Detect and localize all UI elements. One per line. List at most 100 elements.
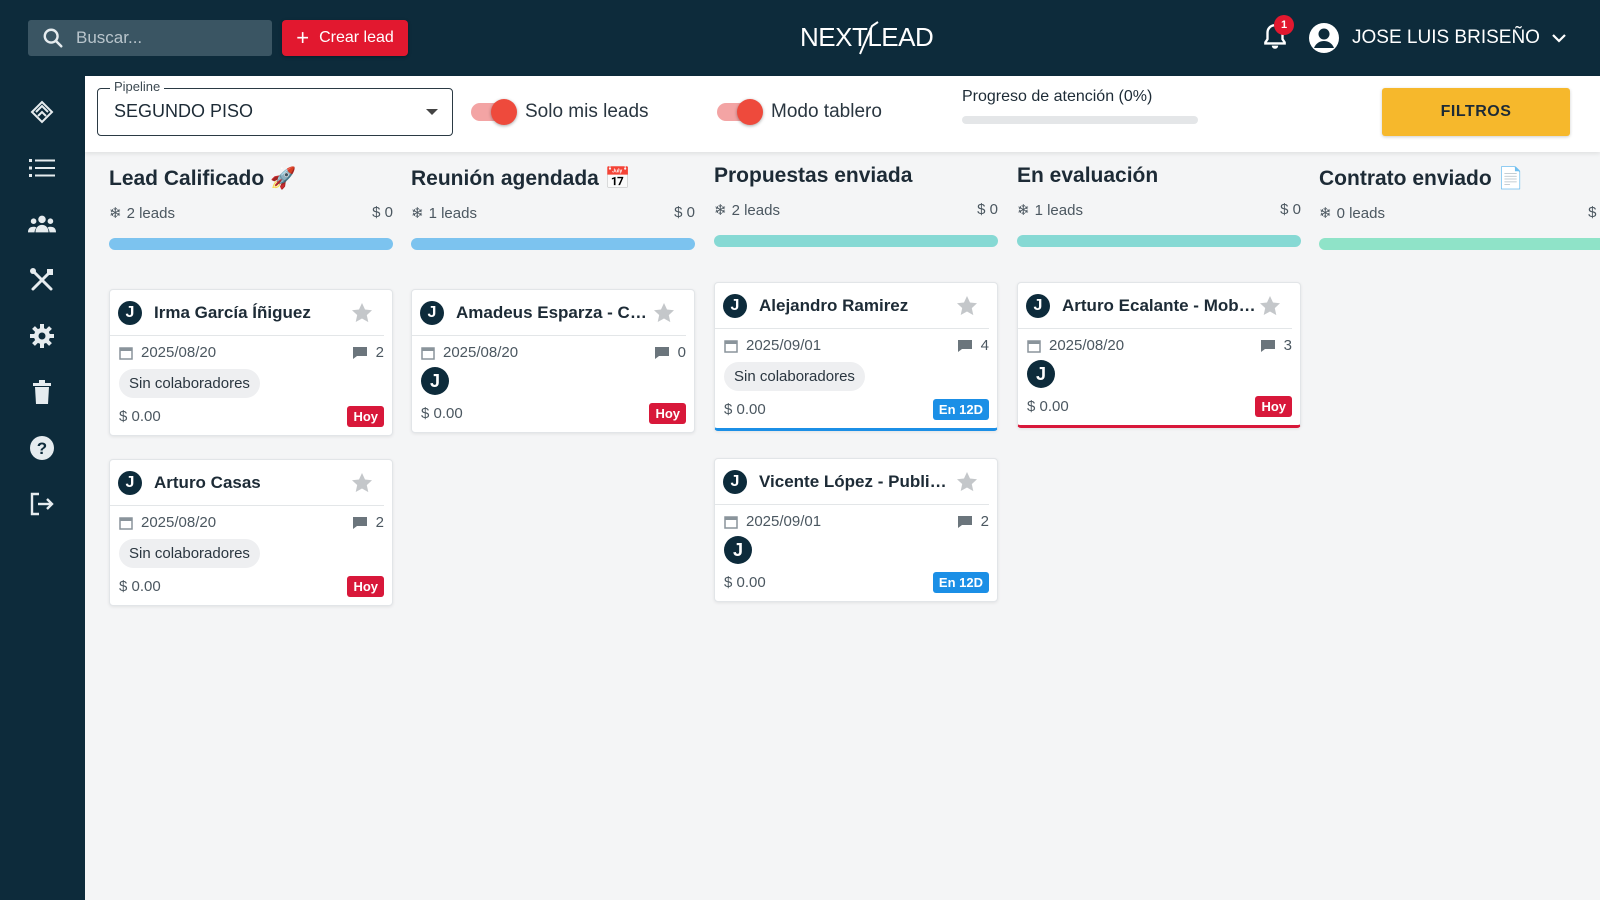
lead-name[interactable]: Alejandro Ramirez [759,296,955,316]
toggle-my-leads-label: Solo mis leads [525,101,649,122]
owner-avatar: J [1026,293,1050,318]
star-icon[interactable] [652,301,676,325]
lead-name[interactable]: Amadeus Esparza - Co... [456,303,652,323]
card-info-row: 2025/08/20 0 [421,344,686,361]
column-count-text: 0 leads [1336,204,1385,222]
user-menu[interactable]: JOSE LUIS BRISEÑO [1308,20,1566,56]
owner-avatar: J [118,470,142,495]
toggle-my-leads[interactable]: Solo mis leads [471,97,649,127]
card-amount: $ 0.00 [1027,398,1069,415]
sidebar-item-list[interactable] [28,154,56,182]
card-date-text: 2025/08/20 [141,514,217,531]
trash-icon [33,380,51,404]
column-title: Lead Calificado 🚀 [109,162,393,196]
card-info-row: 2025/08/20 2 [119,514,384,531]
filters-button[interactable]: FILTROS [1382,88,1570,136]
star-icon[interactable] [955,294,979,318]
card-amount: $ 0.00 [119,578,161,595]
card-date-text: 2025/08/20 [1049,337,1125,354]
star-icon[interactable] [350,471,374,495]
card-comments[interactable]: 0 [654,344,686,361]
star-icon[interactable] [1258,294,1282,318]
card-comments[interactable]: 2 [352,514,384,531]
lead-name[interactable]: Arturo Ecalante - Mobli... [1062,296,1258,316]
comment-count: 3 [1283,337,1292,354]
user-name: JOSE LUIS BRISEÑO [1352,27,1540,48]
column-meta: ❄ 2 leads $ 0 [714,201,998,219]
toggle-switch[interactable] [717,99,763,125]
star-icon[interactable] [955,470,979,494]
lead-card[interactable]: J Vicente López - Publici... 2025/09/01 … [714,458,998,602]
card-header: J Arturo Ecalante - Mobli... [1018,283,1292,329]
due-badge: Hoy [649,403,686,424]
progress-label: Progreso de atención (0%) [962,88,1153,105]
collaborators-chip: Sin colaboradores [724,362,865,391]
column-meta: ❄0 leads $ 0 [1319,204,1600,222]
column-amount: $ 0 [1280,201,1301,218]
card-comments[interactable]: 2 [352,344,384,361]
comment-count: 0 [677,344,686,361]
nextlead-logo[interactable]: NEXTLEAD [800,16,950,58]
snowflake-icon: ❄ [1319,205,1332,222]
calendar-icon [421,346,435,360]
create-lead-label: Crear lead [319,29,394,46]
card-info-row: 2025/08/20 3 [1027,337,1292,354]
search-icon [43,28,63,48]
collaborator-avatar[interactable]: J [724,536,752,564]
card-body: 2025/08/20 3 J $ 0.00 Hoy [1018,329,1300,425]
column-lead-calificado: Lead Calificado 🚀 ❄ 2 leads $ 0 [109,162,393,250]
comment-count: 2 [980,513,989,530]
collaborator-avatar[interactable]: J [1027,360,1055,388]
sidebar-item-settings[interactable] [28,322,56,350]
toggle-board-mode[interactable]: Modo tablero [717,97,882,127]
pipeline-select[interactable]: Pipeline SEGUNDO PISO [97,79,453,136]
comment-icon [1260,339,1275,352]
search-box[interactable] [28,20,272,56]
sidebar-item-leads[interactable] [28,98,56,126]
column-count: ❄ 1 leads [411,204,477,223]
leads-icon [30,100,54,124]
column-count-text: 1 leads [1034,201,1083,219]
due-badge: Hoy [347,406,384,427]
card-footer: $ 0.00 Hoy [119,576,384,597]
filter-bar: Pipeline SEGUNDO PISO Solo mis leads Mod… [85,76,1600,152]
sidebar-item-help[interactable]: ? [28,434,56,462]
logout-icon [30,492,54,516]
sidebar-item-tools[interactable] [28,266,56,294]
card-header: J Alejandro Ramirez [715,283,989,329]
lead-card[interactable]: J Irma García Íñiguez 2025/08/20 2 Sin c… [109,289,393,436]
lead-card[interactable]: J Arturo Ecalante - Mobli... 2025/08/20 … [1017,282,1301,428]
lead-name[interactable]: Vicente López - Publici... [759,472,955,492]
column-title-text: Lead Calificado [109,167,265,190]
collaborator-avatar[interactable]: J [421,367,449,395]
card-comments[interactable]: 4 [957,337,989,354]
search-input[interactable] [76,28,256,48]
gear-icon [30,324,54,348]
due-badge: Hoy [347,576,384,597]
lead-name[interactable]: Irma García Íñiguez [154,303,350,323]
card-date-text: 2025/09/01 [746,337,822,354]
sidebar-item-logout[interactable] [28,490,56,518]
sidebar-item-team[interactable] [28,210,56,238]
calendar-icon [1027,339,1041,353]
lead-name[interactable]: Arturo Casas [154,473,350,493]
toggle-knob [737,99,763,125]
collaborators-chip: Sin colaboradores [119,539,260,568]
card-comments[interactable]: 3 [1260,337,1292,354]
card-footer: $ 0.00 Hoy [421,403,686,424]
column-title-text: Reunión agendada [411,167,599,190]
sidebar-item-trash[interactable] [28,378,56,406]
card-date: 2025/09/01 [724,513,821,530]
column-reunion-agendada: Reunión agendada 📅 ❄ 1 leads $ 0 [411,162,695,250]
lead-card[interactable]: J Arturo Casas 2025/08/20 2 Sin colabora… [109,459,393,606]
card-comments[interactable]: 2 [957,513,989,530]
dropdown-arrow-icon [426,109,438,115]
lead-card[interactable]: J Amadeus Esparza - Co... 2025/08/20 0 J… [411,289,695,433]
toggle-board-mode-label: Modo tablero [771,101,882,122]
lead-card[interactable]: J Alejandro Ramirez 2025/09/01 4 Sin col… [714,282,998,431]
column-title: En evaluación [1017,159,1301,193]
create-lead-button[interactable]: + Crear lead [282,20,408,56]
toggle-switch[interactable] [471,99,517,125]
star-icon[interactable] [350,301,374,325]
column-color-bar [109,238,393,250]
